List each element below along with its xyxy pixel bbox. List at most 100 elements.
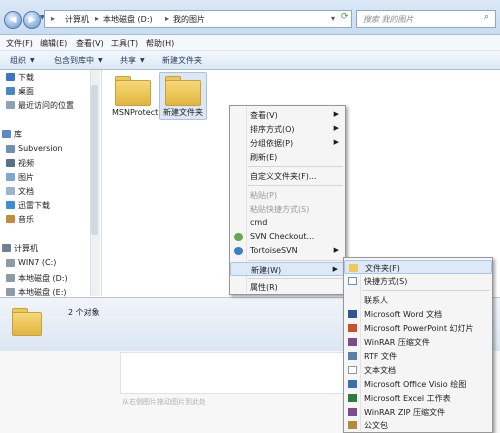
menu-item-refresh[interactable]: 刷新(E)	[230, 150, 345, 164]
search-icon[interactable]: ⌕	[484, 12, 489, 22]
nav-downloads[interactable]: 下载	[18, 72, 34, 83]
breadcrumb-separator-icon[interactable]: ▸	[165, 14, 169, 23]
forward-button[interactable]: ▶	[23, 11, 41, 29]
computer-icon	[2, 244, 11, 252]
nav-subversion[interactable]: Subversion	[18, 144, 63, 153]
file-name: MSNProtect	[112, 108, 159, 117]
file-item-selected[interactable]: 新建文件夹	[159, 72, 207, 120]
item-count: 2 个对象	[68, 308, 100, 317]
breadcrumb-drive-d[interactable]: 本地磁盘 (D:)	[103, 14, 153, 25]
winrar-zip-icon	[348, 408, 357, 416]
chevron-down-icon: ▼	[98, 57, 103, 64]
submenu-arrow-icon: ▶	[333, 124, 339, 132]
pictures-icon	[6, 173, 15, 181]
submenu-arrow-icon: ▶	[332, 265, 338, 273]
new-word-document-item[interactable]: Microsoft Word 文档	[344, 307, 492, 321]
menu-edit[interactable]: 编辑(E)	[40, 38, 67, 49]
nav-computer[interactable]: 计算机	[14, 243, 38, 254]
address-bar-region: ◀ ▶ ▼ ▸ 计算机 ▸ 本地磁盘 (D:) ▸ 我的图片 ▾ ⟳ 搜索 我的…	[0, 0, 500, 35]
nav-recent-places[interactable]: 最近访问的位置	[18, 100, 74, 111]
command-toolbar: 组织 ▼ 包含到库中 ▼ 共享 ▼ 新建文件夹	[0, 51, 500, 70]
new-powerpoint-item[interactable]: Microsoft PowerPoint 幻灯片	[344, 321, 492, 335]
visio-icon	[348, 380, 357, 388]
drive-icon	[6, 259, 15, 267]
shortcut-icon	[348, 277, 357, 285]
subversion-icon	[6, 145, 15, 153]
nav-pictures[interactable]: 图片	[18, 172, 34, 183]
organize-button[interactable]: 组织	[10, 55, 26, 66]
menu-item-paste[interactable]: 粘贴(P)	[230, 188, 345, 202]
address-dropdown-icon[interactable]: ▾	[331, 14, 335, 23]
new-text-document-item[interactable]: 文本文档	[344, 363, 492, 377]
menu-bar: 文件(F) 编辑(E) 查看(V) 工具(T) 帮助(H)	[0, 35, 500, 51]
nav-drive-d[interactable]: 本地磁盘 (D:)	[18, 273, 68, 284]
drive-icon	[6, 288, 15, 296]
menu-item-customize-folder[interactable]: 自定义文件夹(F)...	[230, 169, 345, 183]
menu-item-sort-by[interactable]: 排序方式(O) ▶	[230, 122, 345, 136]
navigation-pane: 下载 桌面 最近访问的位置 库 Subversion 视频 图片 文档 迅雷下载…	[0, 70, 100, 297]
nav-libraries[interactable]: 库	[14, 129, 22, 140]
nav-videos[interactable]: 视频	[18, 158, 34, 169]
new-folder-item[interactable]: 文件夹(F)	[344, 260, 492, 274]
thunder-download-icon	[6, 201, 15, 209]
nav-drive-c[interactable]: WIN7 (C:)	[18, 258, 56, 267]
new-winrar-zip-item[interactable]: WinRAR ZIP 压缩文件	[344, 405, 492, 419]
new-folder-button[interactable]: 新建文件夹	[162, 55, 202, 66]
nav-desktop[interactable]: 桌面	[18, 86, 34, 97]
breadcrumb-computer[interactable]: 计算机	[65, 14, 89, 25]
nav-documents[interactable]: 文档	[18, 186, 34, 197]
desktop-icon	[6, 87, 15, 95]
new-visio-item[interactable]: Microsoft Office Visio 绘图	[344, 377, 492, 391]
new-excel-item[interactable]: Microsoft Excel 工作表	[344, 391, 492, 405]
new-shortcut-item[interactable]: 快捷方式(S)	[344, 274, 492, 288]
search-input[interactable]: 搜索 我的图片	[356, 10, 496, 28]
include-in-library-button[interactable]: 包含到库中	[54, 55, 94, 66]
menu-view[interactable]: 查看(V)	[76, 38, 104, 49]
new-winrar-item[interactable]: WinRAR 压缩文件	[344, 335, 492, 349]
new-rtf-item[interactable]: RTF 文件	[344, 349, 492, 363]
submenu-arrow-icon: ▶	[333, 110, 339, 118]
menu-file[interactable]: 文件(F)	[6, 38, 33, 49]
music-icon	[6, 215, 15, 223]
menu-item-group-by[interactable]: 分组依据(P) ▶	[230, 136, 345, 150]
address-field[interactable]: ▸ 计算机 ▸ 本地磁盘 (D:) ▸ 我的图片 ▾	[44, 10, 352, 28]
menu-tools[interactable]: 工具(T)	[111, 38, 138, 49]
breadcrumb-separator-icon[interactable]: ▸	[95, 14, 99, 23]
folder-icon	[115, 76, 151, 106]
nav-thunder-downloads[interactable]: 迅雷下载	[18, 200, 50, 211]
new-briefcase-item[interactable]: 公文包	[344, 418, 492, 432]
file-item[interactable]: MSNProtect	[112, 74, 158, 134]
folder-icon	[12, 308, 42, 336]
svn-checkout-icon	[234, 233, 243, 241]
briefcase-icon	[348, 421, 357, 429]
drive-icon	[6, 274, 15, 282]
share-button[interactable]: 共享	[120, 55, 136, 66]
refresh-icon[interactable]: ⟳	[341, 12, 349, 22]
folder-crumb-icon: ▸	[51, 14, 56, 23]
menu-item-new[interactable]: 新建(W) ▶	[230, 262, 345, 276]
back-button[interactable]: ◀	[4, 11, 22, 29]
documents-icon	[6, 187, 15, 195]
menu-item-tortoisesvn[interactable]: TortoiseSVN ▶	[230, 244, 345, 258]
new-contact-item[interactable]: 联系人	[344, 293, 492, 307]
menu-item-properties[interactable]: 属性(R)	[230, 280, 345, 294]
file-name: 新建文件夹	[163, 108, 203, 117]
menu-item-cmd[interactable]: cmd	[230, 216, 345, 230]
chevron-down-icon: ▼	[30, 57, 35, 64]
breadcrumb-my-pictures[interactable]: 我的图片	[173, 14, 205, 25]
nav-music[interactable]: 音乐	[18, 214, 34, 225]
videos-icon	[6, 159, 15, 167]
recent-places-icon	[6, 101, 15, 109]
menu-help[interactable]: 帮助(H)	[146, 38, 174, 49]
download-icon	[6, 73, 15, 81]
folder-icon	[165, 76, 201, 106]
excel-icon	[348, 394, 357, 402]
submenu-arrow-icon: ▶	[333, 246, 339, 254]
powerpoint-icon	[348, 324, 357, 332]
nav-scrollbar-thumb[interactable]	[91, 85, 98, 235]
libraries-icon	[2, 130, 11, 138]
menu-item-svn-checkout[interactable]: SVN Checkout...	[230, 230, 345, 244]
menu-item-paste-shortcut[interactable]: 粘贴快捷方式(S)	[230, 202, 345, 216]
word-icon	[348, 310, 357, 318]
menu-item-view[interactable]: 查看(V) ▶	[230, 108, 345, 122]
